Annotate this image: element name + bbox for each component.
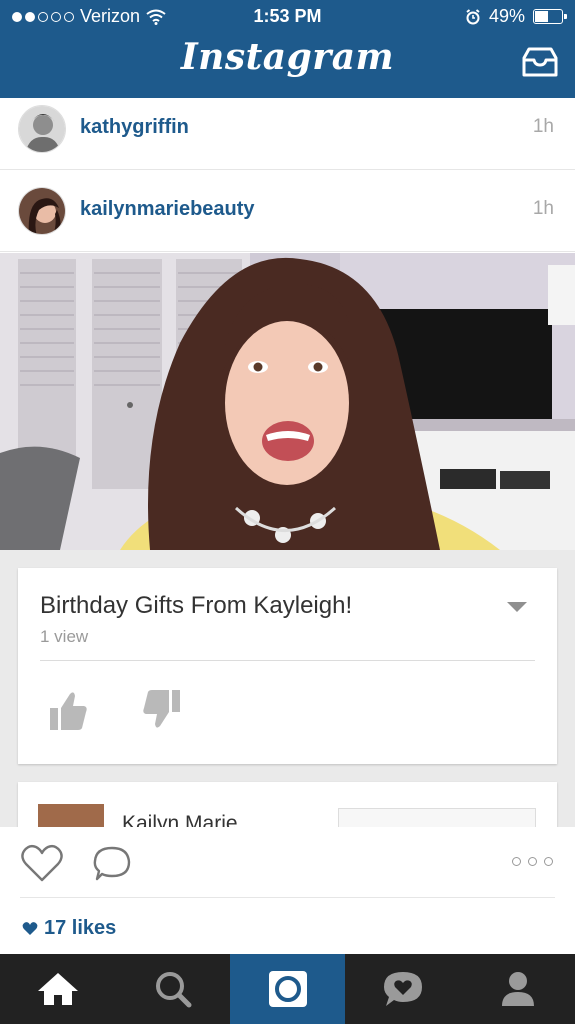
tab-activity[interactable]	[345, 954, 460, 1024]
search-icon	[155, 972, 191, 1008]
tab-search[interactable]	[115, 954, 230, 1024]
post-actions: 17 likes	[0, 827, 575, 954]
more-options-icon[interactable]	[512, 857, 553, 866]
app-header: Verizon 1:53 PM 49% Instagram	[0, 0, 575, 98]
avatar[interactable]	[18, 187, 66, 235]
divider	[20, 897, 555, 898]
post-header: kailynmariebeauty 1h	[0, 170, 575, 252]
post-image[interactable]	[0, 253, 575, 550]
profile-icon	[501, 972, 534, 1006]
channel-thumbnail	[38, 804, 104, 827]
tab-home[interactable]	[0, 954, 115, 1024]
inbox-tray-icon[interactable]	[521, 46, 559, 78]
alarm-icon	[466, 8, 480, 24]
username-link[interactable]: kailynmariebeauty	[80, 198, 255, 221]
thumbs-up-icon	[50, 692, 87, 730]
channel-name: Kailyn Marie	[122, 812, 238, 827]
subscribe-box	[338, 808, 536, 827]
like-heart-icon[interactable]	[20, 843, 64, 883]
battery-percent: 49%	[488, 6, 525, 26]
app-title: Instagram	[180, 36, 395, 78]
battery-icon	[533, 9, 567, 24]
post-age: 1h	[532, 198, 554, 219]
activity-icon	[383, 972, 422, 1006]
camera-icon	[268, 971, 307, 1007]
instagram-feed-screen: Verizon 1:53 PM 49% Instagram kathygriff…	[0, 0, 575, 1024]
video-title: Birthday Gifts From Kayleigh!	[40, 592, 353, 619]
chevron-down-icon	[507, 602, 527, 612]
comment-bubble-icon[interactable]	[92, 845, 132, 883]
video-title-card: Birthday Gifts From Kayleigh! 1 view	[18, 568, 557, 764]
likes-text: 17 likes	[44, 917, 117, 939]
tab-profile[interactable]	[460, 954, 575, 1024]
username-link[interactable]: kathygriffin	[80, 116, 189, 139]
thumbs-down-icon	[143, 690, 180, 728]
post-age: 1h	[532, 116, 554, 137]
channel-card: Kailyn Marie	[18, 782, 557, 827]
bottom-tab-bar	[0, 954, 575, 1024]
tab-camera[interactable]	[230, 954, 345, 1024]
view-count: 1 view	[40, 627, 89, 646]
post-header: kathygriffin 1h	[0, 98, 575, 170]
battery-fill	[535, 11, 548, 22]
divider	[40, 660, 535, 661]
status-right: 49%	[465, 6, 567, 27]
likes-count[interactable]: 17 likes	[22, 917, 116, 940]
avatar[interactable]	[18, 105, 66, 153]
status-bar: Verizon 1:53 PM 49%	[0, 0, 575, 34]
video-info-panel: Birthday Gifts From Kayleigh! 1 view Kai…	[0, 550, 575, 827]
home-icon	[37, 973, 78, 1005]
small-heart-icon	[22, 922, 38, 936]
